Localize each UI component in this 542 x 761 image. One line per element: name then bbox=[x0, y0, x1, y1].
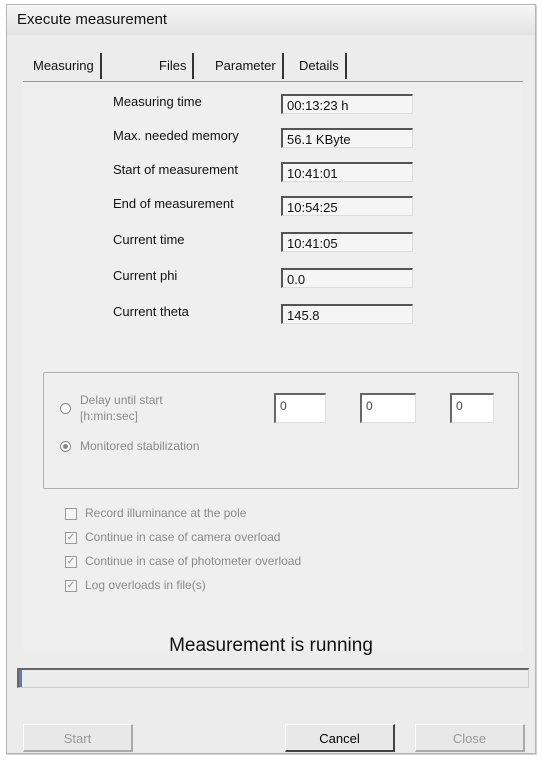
delay-minutes-input[interactable]: 0 bbox=[360, 393, 416, 423]
delay-hours-input[interactable]: 0 bbox=[274, 393, 326, 423]
start-options-group: Delay until start [h:min:sec] 0 0 0 Moni… bbox=[43, 372, 519, 489]
measuring-time-value: 00:13:23 h bbox=[281, 94, 413, 114]
log-overloads-label: Log overloads in file(s) bbox=[85, 578, 206, 592]
current-time-value: 10:41:05 bbox=[281, 232, 413, 252]
monitored-stabilization-radio[interactable] bbox=[60, 441, 71, 452]
start-of-measurement-label: Start of measurement bbox=[113, 162, 238, 177]
end-of-measurement-label: End of measurement bbox=[113, 196, 234, 211]
delay-label: Delay until start bbox=[80, 393, 163, 407]
photometer-overload-checkbox[interactable]: ✓ bbox=[65, 556, 77, 568]
tab-details[interactable]: Details bbox=[293, 53, 347, 79]
measuring-state-panel: Measuring time 00:13:23 h Max. needed me… bbox=[23, 81, 523, 652]
record-illuminance-checkbox[interactable] bbox=[65, 508, 77, 520]
window-title: Execute measurement bbox=[7, 5, 535, 35]
monitored-stabilization-label: Monitored stabilization bbox=[80, 439, 200, 453]
current-phi-label: Current phi bbox=[113, 268, 178, 283]
tab-measuring-state[interactable]: Measuring state bbox=[27, 53, 102, 99]
close-button[interactable]: Close bbox=[415, 724, 525, 752]
max-memory-value: 56.1 KByte bbox=[281, 128, 413, 148]
cancel-button[interactable]: Cancel bbox=[285, 724, 395, 752]
log-overloads-checkbox[interactable]: ✓ bbox=[65, 580, 77, 592]
delay-format-label: [h:min:sec] bbox=[80, 409, 139, 423]
photometer-overload-label: Continue in case of photometer overload bbox=[85, 554, 302, 568]
current-theta-value: 145.8 bbox=[281, 304, 413, 324]
current-phi-value: 0.0 bbox=[281, 268, 413, 288]
tab-files[interactable]: Files bbox=[153, 53, 195, 79]
tab-parameter[interactable]: Parameter bbox=[209, 53, 284, 79]
record-illuminance-label: Record illuminance at the pole bbox=[85, 506, 247, 520]
progress-bar bbox=[17, 668, 529, 688]
max-memory-label: Max. needed memory bbox=[113, 128, 239, 143]
camera-overload-label: Continue in case of camera overload bbox=[85, 530, 281, 544]
execute-measurement-dialog: Execute measurement Measuring state File… bbox=[6, 4, 536, 754]
progress-fill bbox=[19, 670, 22, 687]
status-message: Measurement is running bbox=[169, 635, 373, 656]
camera-overload-checkbox[interactable]: ✓ bbox=[65, 532, 77, 544]
delay-seconds-input[interactable]: 0 bbox=[450, 393, 494, 423]
start-of-measurement-value: 10:41:01 bbox=[281, 162, 413, 182]
delay-radio[interactable] bbox=[60, 403, 71, 414]
measuring-time-label: Measuring time bbox=[113, 94, 202, 109]
start-button[interactable]: Start bbox=[23, 724, 133, 752]
current-time-label: Current time bbox=[113, 232, 185, 247]
current-theta-label: Current theta bbox=[113, 304, 189, 319]
end-of-measurement-value: 10:54:25 bbox=[281, 196, 413, 216]
